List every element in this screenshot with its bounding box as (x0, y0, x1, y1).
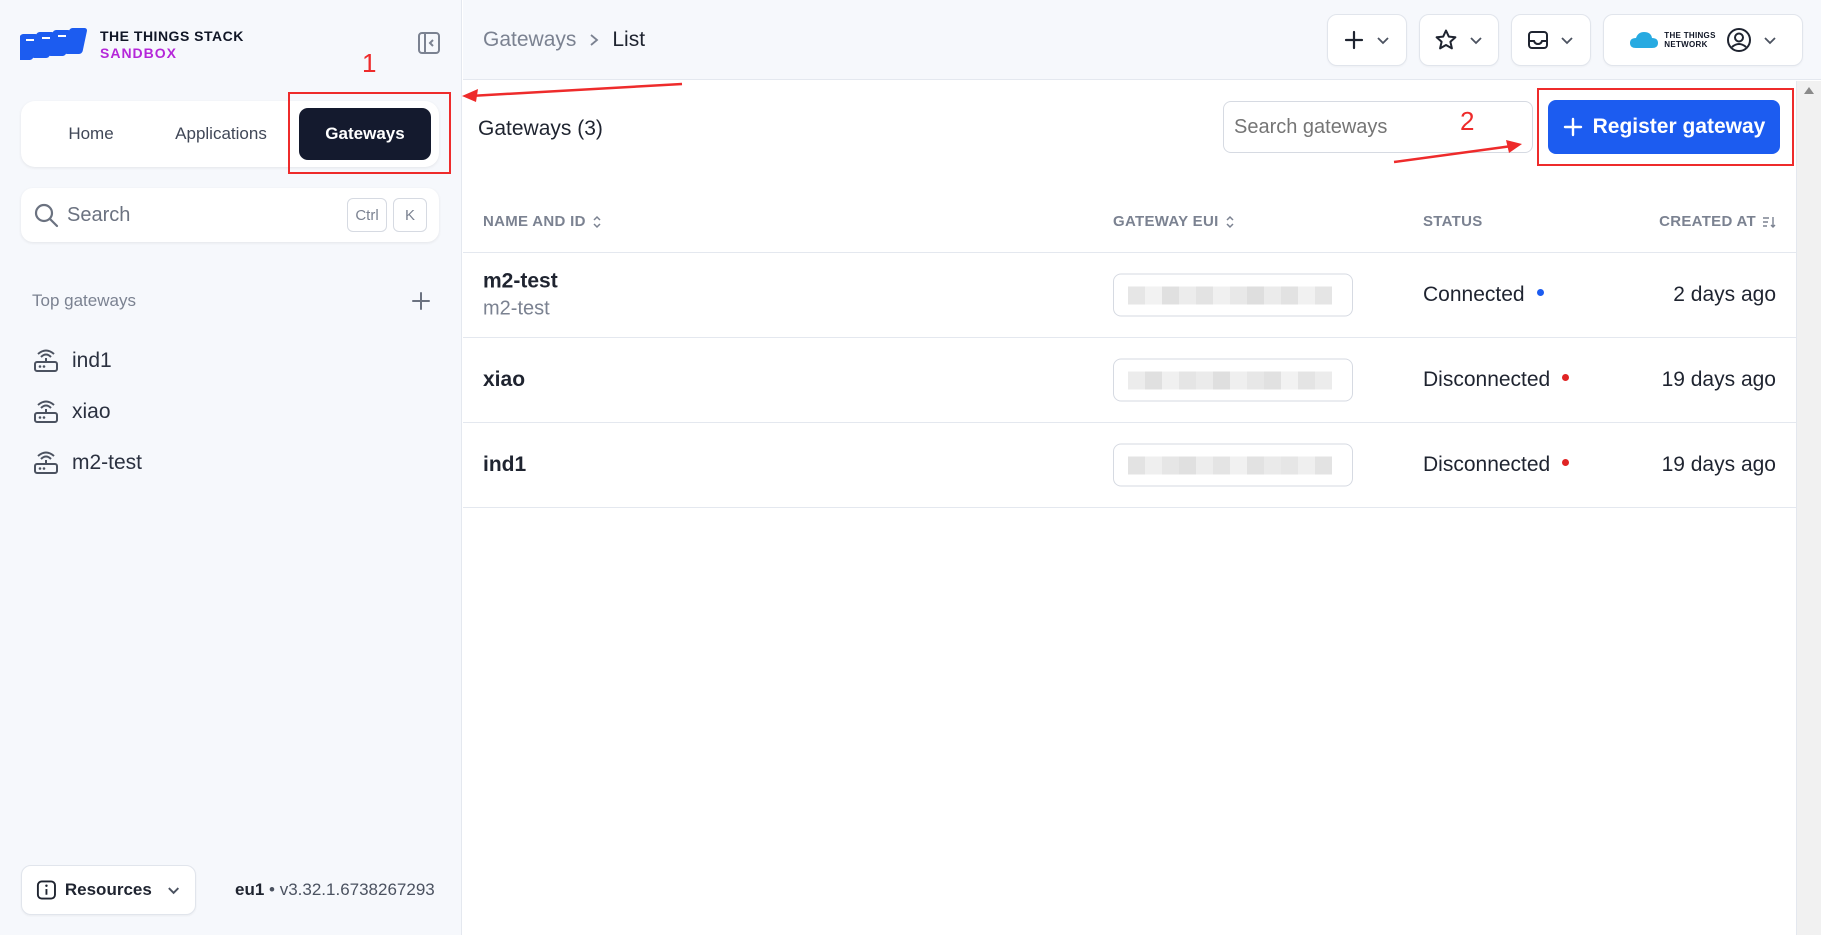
sort-descending-icon (1763, 216, 1776, 228)
status-cell: Disconnected (1423, 453, 1570, 477)
shortcut-key-ctrl: Ctrl (347, 198, 387, 232)
top-header: Gateways List THE THINGS NETWORK (463, 0, 1821, 80)
user-avatar-icon (1726, 28, 1751, 52)
gateway-name: xiao (483, 368, 526, 391)
top-gateway-name: ind1 (72, 348, 112, 372)
status-label: Connected (1423, 283, 1525, 306)
top-gateway-name: m2-test (72, 450, 143, 474)
version-label: v3.32.1.6738267293 (279, 880, 435, 899)
breadcrumb: Gateways List (483, 28, 645, 52)
collapse-sidebar-icon[interactable] (416, 30, 442, 56)
sidebar-search[interactable]: Search Ctrl K (21, 188, 439, 242)
breadcrumb-current: List (612, 28, 646, 51)
gateway-icon (34, 349, 58, 372)
notifications-button[interactable] (1511, 14, 1591, 66)
column-header-name[interactable]: NAME AND ID (483, 213, 602, 230)
gateway-eui-masked (1113, 273, 1353, 317)
gateway-eui-masked (1113, 443, 1353, 487)
add-menu-button[interactable] (1327, 14, 1407, 66)
top-gateways-title: Top gateways (32, 291, 136, 310)
chevron-down-icon (1561, 37, 1573, 45)
info-icon (36, 880, 56, 900)
things-stack-logo-icon (20, 28, 88, 60)
gateway-name: m2-test (483, 269, 558, 293)
plus-icon (1344, 30, 1364, 50)
status-dot-connected (1536, 288, 1544, 296)
top-gateway-item[interactable]: ind1 (32, 335, 142, 386)
status-dot-disconnected (1562, 458, 1570, 466)
resources-dropdown[interactable]: Resources (21, 865, 196, 915)
gateway-eui-masked (1113, 358, 1353, 402)
annotation-number-2: 2 (1460, 106, 1475, 136)
version-info: eu1 • v3.32.1.6738267293 (235, 880, 435, 899)
region-label: eu1 (235, 880, 265, 899)
column-eui-label: GATEWAY EUI (1113, 213, 1219, 230)
table-row[interactable]: m2-test m2-test Connected 2 days ago (463, 253, 1796, 338)
vertical-scrollbar[interactable] (1796, 81, 1821, 935)
chevron-down-icon (1470, 37, 1482, 45)
logo-subtitle: SANDBOX (100, 45, 178, 61)
chevron-right-icon (590, 34, 599, 46)
annotation-box-gateways-tab (288, 92, 451, 174)
created-at: 2 days ago (1673, 283, 1776, 306)
star-icon (1435, 29, 1457, 50)
gateway-icon (34, 400, 58, 423)
nav-tab-applications[interactable]: Applications (153, 108, 289, 160)
scroll-up-arrow-icon[interactable] (1804, 87, 1814, 94)
gateway-name: ind1 (483, 453, 527, 476)
breadcrumb-gateways-link[interactable]: Gateways (483, 28, 576, 52)
ttn-logo: THE THINGS NETWORK (1628, 29, 1715, 51)
top-gateways-list: ind1 xiao m2-test (32, 335, 142, 488)
status-cell: Connected (1423, 283, 1544, 307)
annotation-box-register-button (1537, 88, 1794, 166)
sidebar-search-placeholder: Search (67, 203, 131, 226)
column-created-label: CREATED AT (1659, 213, 1756, 230)
top-gateway-name: xiao (72, 399, 111, 423)
page-title: Gateways (3) (478, 117, 603, 140)
table-row[interactable]: xiao Disconnected 19 days ago (463, 338, 1796, 423)
status-label: Disconnected (1423, 368, 1551, 391)
chevron-down-icon (1764, 37, 1776, 45)
shortcut-key-k: K (393, 198, 427, 232)
chevron-down-icon (1377, 37, 1389, 45)
main-content: Gateways (3) Register gateway NAME AND I… (463, 81, 1796, 935)
search-icon (34, 203, 59, 228)
chevron-down-icon (167, 887, 179, 895)
column-header-status: STATUS (1423, 213, 1483, 230)
bookmarks-button[interactable] (1419, 14, 1499, 66)
user-menu-button[interactable]: THE THINGS NETWORK (1603, 14, 1803, 66)
gateway-icon (34, 451, 58, 474)
gateway-id: m2-test (483, 297, 550, 320)
column-name-label: NAME AND ID (483, 213, 586, 230)
ttn-logo-line2: NETWORK (1664, 40, 1708, 49)
sort-icon (1226, 215, 1234, 228)
top-gateway-item[interactable]: m2-test (32, 437, 142, 488)
column-status-label: STATUS (1423, 213, 1483, 230)
gateways-table: NAME AND ID GATEWAY EUI STATUS CREATED A… (463, 191, 1796, 508)
column-header-created[interactable]: CREATED AT (1659, 213, 1776, 230)
annotation-arrow-1 (462, 82, 683, 102)
created-at: 19 days ago (1661, 453, 1776, 476)
status-dot-disconnected (1562, 373, 1570, 381)
top-gateways-header: Top gateways (32, 290, 432, 312)
add-top-gateway-icon[interactable] (410, 290, 432, 312)
top-gateway-item[interactable]: xiao (32, 386, 142, 437)
nav-tab-home[interactable]: Home (29, 108, 153, 160)
logo-title: THE THINGS STACK (100, 28, 244, 44)
status-label: Disconnected (1423, 453, 1551, 476)
cloud-icon (1630, 32, 1659, 48)
logo[interactable]: THE THINGS STACK SANDBOX (20, 26, 244, 64)
resources-label: Resources (64, 880, 152, 899)
created-at: 19 days ago (1661, 368, 1776, 391)
table-header: NAME AND ID GATEWAY EUI STATUS CREATED A… (463, 191, 1796, 253)
ttn-logo-line1: THE THINGS (1664, 31, 1716, 40)
sort-icon (593, 215, 601, 228)
inbox-icon (1528, 31, 1548, 49)
table-row[interactable]: ind1 Disconnected 19 days ago (463, 423, 1796, 508)
annotation-number-1: 1 (362, 48, 377, 78)
column-header-eui[interactable]: GATEWAY EUI (1113, 213, 1235, 230)
annotation-arrow-2 (1393, 140, 1522, 164)
status-cell: Disconnected (1423, 368, 1570, 392)
